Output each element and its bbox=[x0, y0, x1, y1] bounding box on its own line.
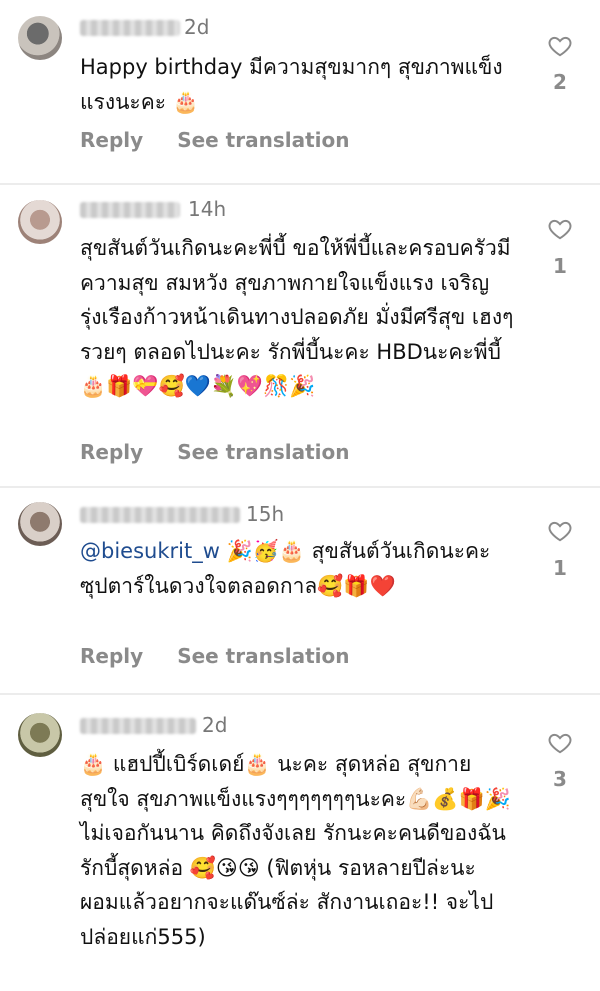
comment-time: 15h bbox=[246, 502, 285, 526]
mention-link[interactable]: @biesukrit_w bbox=[80, 539, 220, 563]
avatar[interactable] bbox=[18, 200, 62, 244]
divider bbox=[0, 486, 600, 488]
see-translation-button[interactable]: See translation bbox=[177, 644, 349, 668]
comment-actions: Reply See translation bbox=[80, 128, 384, 152]
like-count: 3 bbox=[553, 767, 567, 791]
comment-text: สุขสันต์วันเกิดนะคะพี่บี้ ขอให้พี่บี้และ… bbox=[80, 236, 514, 398]
heart-outline-icon[interactable] bbox=[547, 518, 573, 544]
comment-actions: Reply See translation bbox=[80, 644, 384, 668]
divider bbox=[0, 693, 600, 695]
divider bbox=[0, 183, 600, 185]
heart-outline-icon[interactable] bbox=[547, 216, 573, 242]
heart-outline-icon[interactable] bbox=[547, 33, 573, 59]
username-blurred[interactable] bbox=[80, 507, 240, 523]
reply-button[interactable]: Reply bbox=[80, 128, 143, 152]
comment-2: 14h สุขสันต์วันเกิดนะคะพี่บี้ ขอให้พี่บี… bbox=[0, 186, 600, 484]
comment-actions: Reply See translation bbox=[80, 440, 384, 464]
like-count: 1 bbox=[553, 254, 567, 278]
comment-text: Happy birthday มีความสุขมากๆ สุขภาพแข็งแ… bbox=[80, 55, 503, 114]
comment-text: @biesukrit_w 🎉🥳🎂 สุขสันต์วันเกิดนะคะ ซุป… bbox=[80, 534, 520, 603]
avatar[interactable] bbox=[18, 502, 62, 546]
comment-time: 14h bbox=[188, 197, 227, 221]
comment-4: 2d 🎂 แฮปปี้เบิร์ดเดย์🎂 นะคะ สุดหล่อ สุขก… bbox=[0, 697, 600, 991]
username-blurred[interactable] bbox=[80, 718, 196, 734]
comment-time: 2d bbox=[184, 15, 210, 39]
comment-time: 2d bbox=[202, 713, 228, 737]
see-translation-button[interactable]: See translation bbox=[177, 128, 349, 152]
like-count: 1 bbox=[553, 556, 567, 580]
comment-text: 🎂 แฮปปี้เบิร์ดเดย์🎂 นะคะ สุดหล่อ สุขกายส… bbox=[80, 752, 511, 949]
reply-button[interactable]: Reply bbox=[80, 440, 143, 464]
heart-outline-icon[interactable] bbox=[547, 730, 573, 756]
username-blurred[interactable] bbox=[80, 20, 180, 36]
reply-button[interactable]: Reply bbox=[80, 644, 143, 668]
see-translation-button[interactable]: See translation bbox=[177, 440, 349, 464]
comment-3: 15h @biesukrit_w 🎉🥳🎂 สุขสันต์วันเกิดนะคะ… bbox=[0, 490, 600, 690]
avatar[interactable] bbox=[18, 713, 62, 757]
avatar[interactable] bbox=[18, 16, 62, 60]
username-blurred[interactable] bbox=[80, 202, 180, 218]
comment-1: 2d Happy birthday มีความสุขมากๆ สุขภาพแข… bbox=[0, 0, 600, 180]
like-count: 2 bbox=[553, 70, 567, 94]
